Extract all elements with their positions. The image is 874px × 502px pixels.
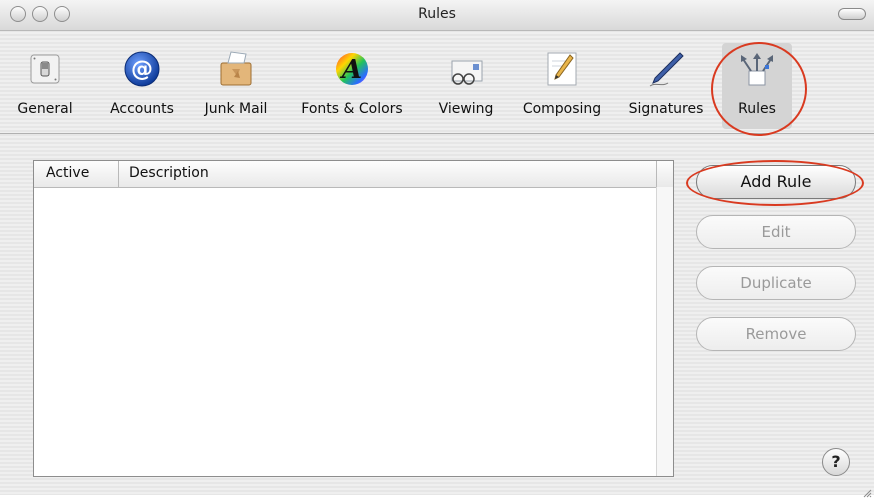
toolbar-item-fonts-colors[interactable]: A Fonts & Colors <box>288 49 416 129</box>
at-sign-icon: @ <box>122 49 162 89</box>
glasses-envelope-icon <box>446 49 486 89</box>
pencil-paper-icon <box>542 49 582 89</box>
toolbar-item-general[interactable]: General <box>14 49 76 129</box>
toolbar-divider <box>0 133 874 134</box>
junk-mail-icon <box>216 49 256 89</box>
fonts-colors-icon: A <box>332 49 372 89</box>
remove-button[interactable]: Remove <box>696 317 856 351</box>
vertical-scrollbar[interactable] <box>656 187 673 476</box>
toolbar-item-signatures[interactable]: Signatures <box>618 49 714 129</box>
preferences-toolbar: General @ Accounts Junk Mail A Fonts & C… <box>0 31 874 133</box>
toolbar-item-label: General <box>17 101 73 117</box>
toolbar-item-label: Composing <box>522 101 602 117</box>
window-title: Rules <box>418 6 456 22</box>
pen-icon <box>646 49 686 89</box>
edit-button[interactable]: Edit <box>696 215 856 249</box>
toolbar-item-label: Fonts & Colors <box>301 101 403 117</box>
toolbar-item-viewing[interactable]: Viewing <box>428 49 504 129</box>
duplicate-button[interactable]: Duplicate <box>696 266 856 300</box>
toolbar-item-label: Signatures <box>628 101 704 117</box>
toolbar-item-label: Junk Mail <box>204 101 268 117</box>
svg-text:@: @ <box>131 57 153 82</box>
preferences-window: Rules General @ Accounts Junk Mail A Fon… <box>0 0 874 498</box>
toolbar-item-label: Rules <box>738 101 776 117</box>
toolbar-item-rules[interactable]: Rules <box>722 43 792 129</box>
toolbar-toggle-button[interactable] <box>838 8 866 20</box>
toolbar-item-accounts[interactable]: @ Accounts <box>100 49 184 129</box>
rules-arrows-icon <box>737 49 777 89</box>
column-header-description[interactable]: Description <box>129 165 209 181</box>
title-bar: Rules <box>0 0 874 31</box>
column-divider <box>656 161 657 187</box>
toolbar-item-label: Viewing <box>438 101 494 117</box>
help-button[interactable]: ? <box>822 448 850 476</box>
column-divider <box>118 161 119 187</box>
add-rule-button[interactable]: Add Rule <box>696 165 856 199</box>
light-switch-icon <box>25 49 65 89</box>
rules-table[interactable]: Active Description <box>33 160 674 477</box>
table-header: Active Description <box>34 161 673 188</box>
toolbar-item-junk-mail[interactable]: Junk Mail <box>194 49 278 129</box>
column-header-active[interactable]: Active <box>46 165 89 181</box>
svg-text:A: A <box>339 55 362 85</box>
toolbar-item-label: Accounts <box>110 101 174 117</box>
toolbar-item-composing[interactable]: Composing <box>512 49 612 129</box>
resize-grip-icon[interactable] <box>862 483 872 498</box>
